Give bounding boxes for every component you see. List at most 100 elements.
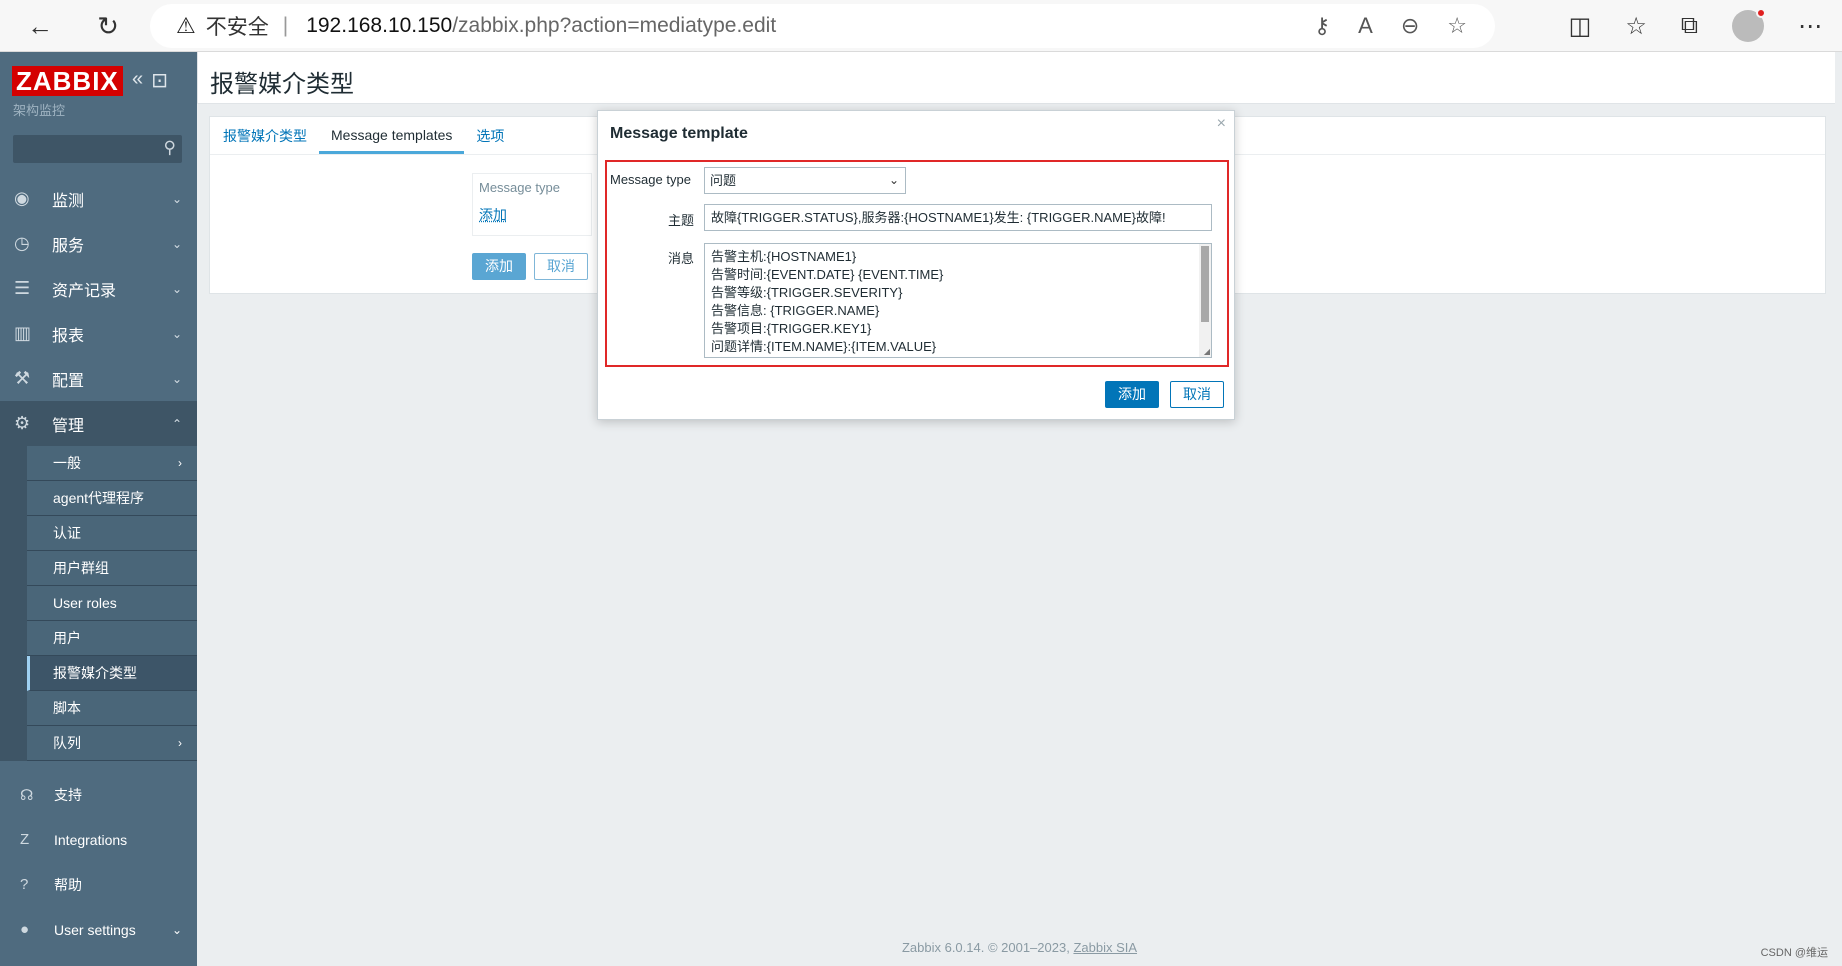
message-line: 告警主机:{HOSTNAME1}	[711, 249, 857, 264]
submenu-item-user-groups[interactable]: 用户群组	[27, 551, 197, 586]
table-header-message-type: Message type	[479, 180, 560, 195]
chevron-right-icon: ›	[178, 736, 182, 750]
dialog-cancel-button[interactable]: 取消	[1170, 381, 1224, 408]
address-separator: |	[282, 14, 289, 37]
dialog-add-button[interactable]: 添加	[1105, 381, 1159, 408]
message-line: 告警等级:{TRIGGER.SEVERITY}	[711, 285, 903, 300]
administration-submenu: 一般 › agent代理程序 认证 用户群组 User roles 用户 报警媒介…	[0, 446, 197, 761]
submenu-item-media-types[interactable]: 报警媒介类型	[27, 656, 197, 691]
message-line: 告警项目:{TRIGGER.KEY1}	[711, 321, 872, 336]
submenu-label: 队列	[53, 735, 81, 751]
submenu-label: 认证	[53, 525, 81, 541]
message-type-select[interactable]: 问题 ⌄	[704, 167, 906, 194]
message-line: 告警信息: {TRIGGER.NAME}	[711, 303, 880, 318]
add-template-link[interactable]: 添加	[479, 205, 507, 225]
menu-item-services[interactable]: ◷ 服务 ⌄	[0, 221, 197, 266]
more-icon[interactable]: ⋯	[1798, 12, 1822, 41]
submenu-item-users[interactable]: 用户	[27, 621, 197, 656]
submenu-label: 一般	[53, 455, 81, 471]
add-favorite-icon[interactable]: ☆	[1447, 13, 1467, 39]
key-icon[interactable]: ⚷	[1314, 13, 1330, 39]
message-textarea[interactable]: 告警主机:{HOSTNAME1} 告警时间:{EVENT.DATE} {EVEN…	[704, 243, 1212, 358]
search-icon[interactable]: ⚲	[164, 138, 176, 158]
sidebar: ZABBIX « ⊡ 架构监控 ⚲ ◉ 监测 ⌄ ◷ 服务 ⌄ ☰ 资产记录 ⌄…	[0, 52, 197, 966]
tab-media-type[interactable]: 报警媒介类型	[211, 117, 319, 154]
message-type-value: 问题	[710, 173, 737, 188]
submenu-item-authentication[interactable]: 认证	[27, 516, 197, 551]
chevron-down-icon: ⌄	[888, 173, 899, 187]
headset-icon: ☊	[20, 786, 34, 804]
message-label: 消息	[667, 251, 694, 266]
submenu-item-scripts[interactable]: 脚本	[27, 691, 197, 726]
chevron-down-icon: ⌄	[171, 281, 182, 296]
menu-label: 配置	[52, 372, 85, 390]
bottom-menu: ☊ 支持 Z Integrations ? 帮助 ● User settings…	[0, 772, 197, 952]
collections-icon[interactable]: ⧉	[1681, 12, 1698, 40]
footer-link[interactable]: Zabbix SIA	[1073, 940, 1137, 955]
menu-item-reports[interactable]: ▥ 报表 ⌄	[0, 311, 197, 356]
submenu-item-proxies[interactable]: agent代理程序	[27, 481, 197, 516]
menu-item-help[interactable]: ? 帮助	[0, 862, 197, 907]
submenu-item-user-roles[interactable]: User roles	[27, 586, 197, 621]
chevron-down-icon: ⌄	[171, 326, 182, 341]
menu-label: 监测	[52, 192, 85, 210]
collapse-sidebar-icon[interactable]: «	[132, 68, 143, 93]
message-type-label: Message type	[610, 172, 691, 187]
watermark: CSDN @维运	[1760, 947, 1828, 959]
reload-icon[interactable]: ↻	[88, 6, 128, 46]
profile-avatar[interactable]	[1732, 8, 1766, 42]
menu-item-monitoring[interactable]: ◉ 监测 ⌄	[0, 176, 197, 221]
add-button[interactable]: 添加	[472, 253, 526, 280]
back-icon[interactable]: ←	[20, 6, 60, 46]
zoom-out-icon[interactable]: ⊖	[1401, 13, 1419, 39]
user-icon: ●	[20, 921, 30, 938]
submenu-item-general[interactable]: 一般 ›	[27, 446, 197, 481]
address-bar[interactable]: ⚠ 不安全 | 192.168.10.150/zabbix.php?action…	[150, 4, 1495, 48]
eye-icon: ◉	[14, 188, 30, 208]
chevron-down-icon: ⌄	[171, 922, 182, 937]
zabbix-logo[interactable]: ZABBIX	[12, 66, 123, 96]
menu-item-administration[interactable]: ⚙ 管理 ⌃	[0, 401, 197, 446]
clock-icon: ◷	[14, 233, 30, 253]
menu-item-support[interactable]: ☊ 支持	[0, 772, 197, 817]
footer: Zabbix 6.0.14. © 2001–2023, Zabbix SIA	[197, 940, 1842, 955]
list-icon: ☰	[14, 278, 31, 298]
help-icon: ?	[20, 876, 29, 893]
cancel-button[interactable]: 取消	[534, 253, 588, 280]
tab-message-templates[interactable]: Message templates	[319, 117, 465, 154]
kiosk-mode-icon[interactable]: ⊡	[151, 68, 168, 93]
page-header: 报警媒介类型	[197, 52, 1835, 104]
server-name: 架构监控	[13, 103, 66, 118]
dialog-title: Message template	[610, 125, 748, 142]
url-host: 192.168.10.150	[306, 14, 453, 37]
chevron-down-icon: ⌄	[171, 236, 182, 251]
sidebar-search-input[interactable]: ⚲	[13, 135, 182, 163]
tab-options[interactable]: 选项	[464, 117, 516, 154]
menu-item-inventory[interactable]: ☰ 资产记录 ⌄	[0, 266, 197, 311]
menu-item-user-settings[interactable]: ● User settings ⌄	[0, 907, 197, 952]
textarea-scrollbar[interactable]	[1199, 244, 1211, 357]
menu-label: 管理	[52, 417, 85, 435]
read-aloud-icon[interactable]: A	[1358, 13, 1373, 39]
main-menu: ◉ 监测 ⌄ ◷ 服务 ⌄ ☰ 资产记录 ⌄ ▥ 报表 ⌄ ⚒ 配置 ⌄ ⚙ 管…	[0, 176, 197, 761]
insecure-label[interactable]: 不安全	[206, 11, 269, 41]
submenu-label: 脚本	[53, 700, 81, 716]
scrollbar-thumb[interactable]	[1201, 246, 1209, 322]
resize-grip-icon[interactable]: ◢	[1204, 347, 1210, 356]
split-screen-icon[interactable]: ◫	[1569, 12, 1592, 41]
menu-item-configuration[interactable]: ⚒ 配置 ⌄	[0, 356, 197, 401]
subject-input[interactable]: 故障{TRIGGER.STATUS},服务器:{HOSTNAME1}发生: {T…	[704, 204, 1212, 231]
menu-label: 帮助	[54, 876, 82, 893]
wrench-icon: ⚒	[14, 368, 31, 388]
menu-item-integrations[interactable]: Z Integrations	[0, 817, 197, 862]
chevron-down-icon: ⌄	[171, 191, 182, 206]
message-line: 问题详情:{ITEM.NAME}:{ITEM.VALUE}	[711, 339, 937, 354]
message-templates-table: Message type 添加	[472, 173, 592, 236]
close-icon[interactable]: ×	[1217, 115, 1226, 133]
menu-label: Integrations	[54, 831, 128, 848]
gear-icon: ⚙	[14, 413, 31, 433]
menu-label: 服务	[52, 237, 85, 255]
favorites-icon[interactable]: ☆	[1625, 12, 1647, 41]
menu-label: User settings	[54, 921, 136, 938]
submenu-item-queue[interactable]: 队列 ›	[27, 726, 197, 761]
